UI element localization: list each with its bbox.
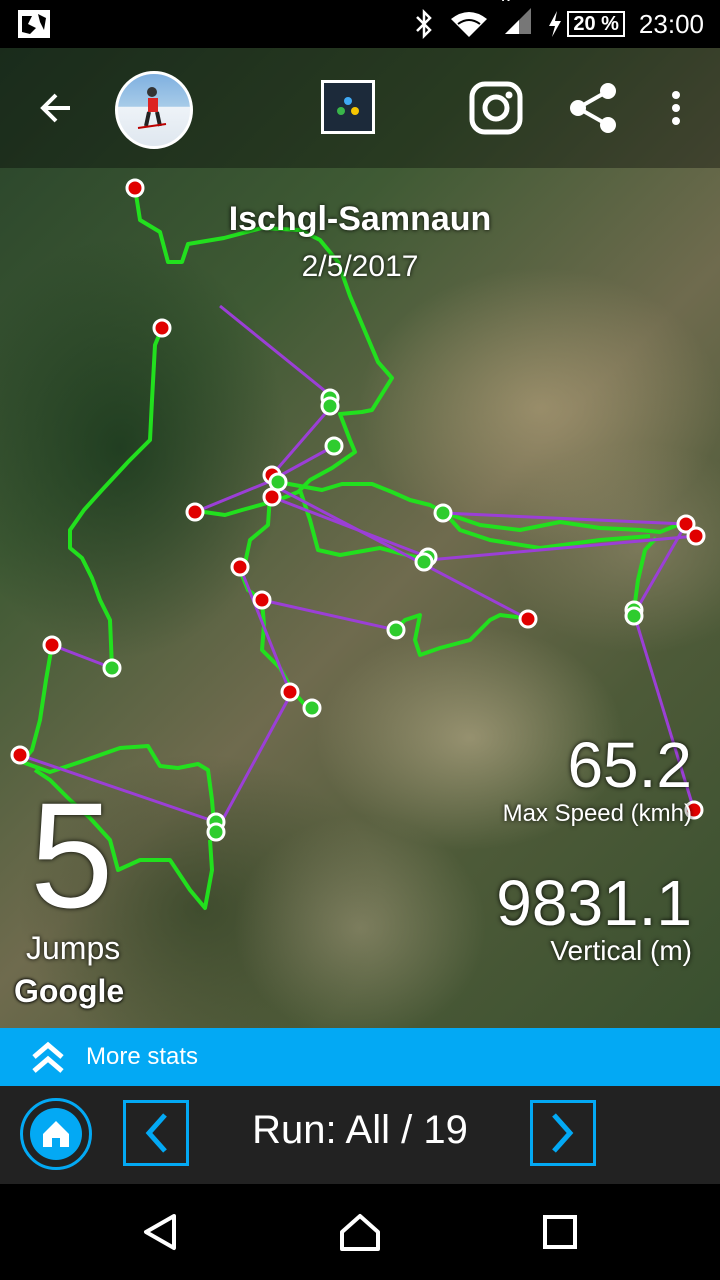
previous-run-button[interactable] xyxy=(123,1100,189,1166)
house-outline-icon xyxy=(340,1214,380,1251)
back-button[interactable] xyxy=(30,82,82,134)
more-stats-button[interactable]: More stats xyxy=(0,1028,720,1086)
run-navigation: Run: All / 19 xyxy=(0,1086,720,1184)
share-button[interactable] xyxy=(566,80,620,136)
end-markers xyxy=(102,388,644,842)
vertical-label: Vertical (m) xyxy=(550,935,692,966)
app-logo-button[interactable] xyxy=(321,80,375,134)
triangle-back-icon xyxy=(144,1214,176,1250)
google-attribution: Google xyxy=(14,973,125,1009)
jumps-label: Jumps xyxy=(26,930,121,966)
resort-name: Ischgl-Samnaun xyxy=(228,200,492,238)
share-icon xyxy=(570,83,616,133)
home-button[interactable] xyxy=(20,1098,92,1170)
signal-badge: R xyxy=(501,0,510,4)
charging-bolt-icon xyxy=(549,11,562,37)
more-vert-icon xyxy=(672,91,680,125)
system-recents-button[interactable] xyxy=(534,1206,586,1258)
battery-indicator: 20 % xyxy=(547,11,625,37)
max-speed-value: 65.2 xyxy=(567,729,692,801)
instagram-icon xyxy=(469,81,523,135)
chevron-right-icon xyxy=(552,1113,574,1153)
next-run-button[interactable] xyxy=(530,1100,596,1166)
status-icons: R 20 % 23:00 xyxy=(413,0,704,48)
run-label: Run: All / 19 xyxy=(252,1108,468,1152)
double-chevron-up-icon xyxy=(32,1041,64,1073)
session-date: 2/5/2017 xyxy=(301,250,419,283)
bluetooth-icon xyxy=(416,9,433,39)
cell-signal-icon xyxy=(505,7,532,34)
avatar[interactable] xyxy=(115,71,193,149)
instagram-button[interactable] xyxy=(468,80,524,136)
more-stats-label: More stats xyxy=(86,1043,199,1070)
system-navigation-bar xyxy=(0,1184,720,1280)
home-icon xyxy=(30,1108,82,1160)
skier-photo-icon xyxy=(137,87,167,129)
max-speed-label: Max Speed (kmh) xyxy=(502,800,692,827)
notification-app-icon xyxy=(18,10,50,38)
back-arrow-icon xyxy=(40,93,70,123)
square-recents-icon xyxy=(543,1215,577,1249)
battery-percent: 20 % xyxy=(567,11,625,37)
app-logo-icon xyxy=(337,97,359,115)
jumps-count: 5 xyxy=(30,771,114,939)
status-bar: R 20 % 23:00 xyxy=(0,0,720,48)
vertical-value: 9831.1 xyxy=(496,867,692,939)
chevron-left-icon xyxy=(145,1113,167,1153)
system-home-button[interactable] xyxy=(334,1206,386,1258)
clock: 23:00 xyxy=(638,8,704,39)
more-options-button[interactable] xyxy=(660,82,692,134)
system-back-button[interactable] xyxy=(134,1206,186,1258)
wifi-icon xyxy=(451,12,488,37)
